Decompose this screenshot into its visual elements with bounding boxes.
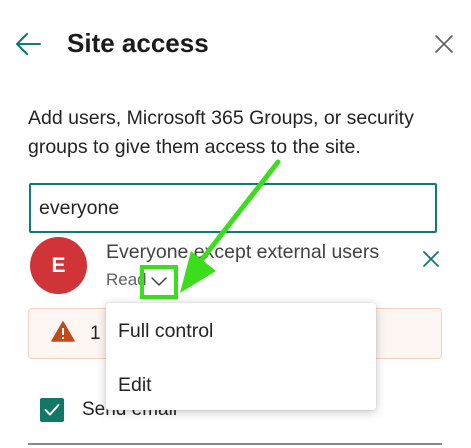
remove-user-button[interactable] xyxy=(418,246,444,272)
close-icon xyxy=(435,35,453,53)
menu-item-edit[interactable]: Edit xyxy=(118,373,152,397)
search-input[interactable] xyxy=(29,183,437,233)
remove-icon xyxy=(423,251,439,267)
description-text: Add users, Microsoft 365 Groups, or secu… xyxy=(28,107,414,158)
avatar: E xyxy=(30,237,87,294)
warning-icon xyxy=(51,321,75,342)
warning-text: 1 xyxy=(90,323,101,344)
divider xyxy=(28,443,442,445)
checkmark-icon xyxy=(44,404,60,416)
menu-item-full-control[interactable]: Full control xyxy=(118,319,213,343)
back-button[interactable] xyxy=(12,28,44,60)
role-menu: Full control Edit xyxy=(106,303,376,410)
page-title: Site access xyxy=(67,28,209,58)
result-name: Everyone except external users xyxy=(106,241,380,263)
close-button[interactable] xyxy=(430,30,458,58)
role-dropdown-button[interactable] xyxy=(140,265,178,299)
send-email-checkbox[interactable] xyxy=(40,398,64,422)
back-arrow-icon xyxy=(16,33,41,55)
chevron-down-icon xyxy=(151,277,167,286)
